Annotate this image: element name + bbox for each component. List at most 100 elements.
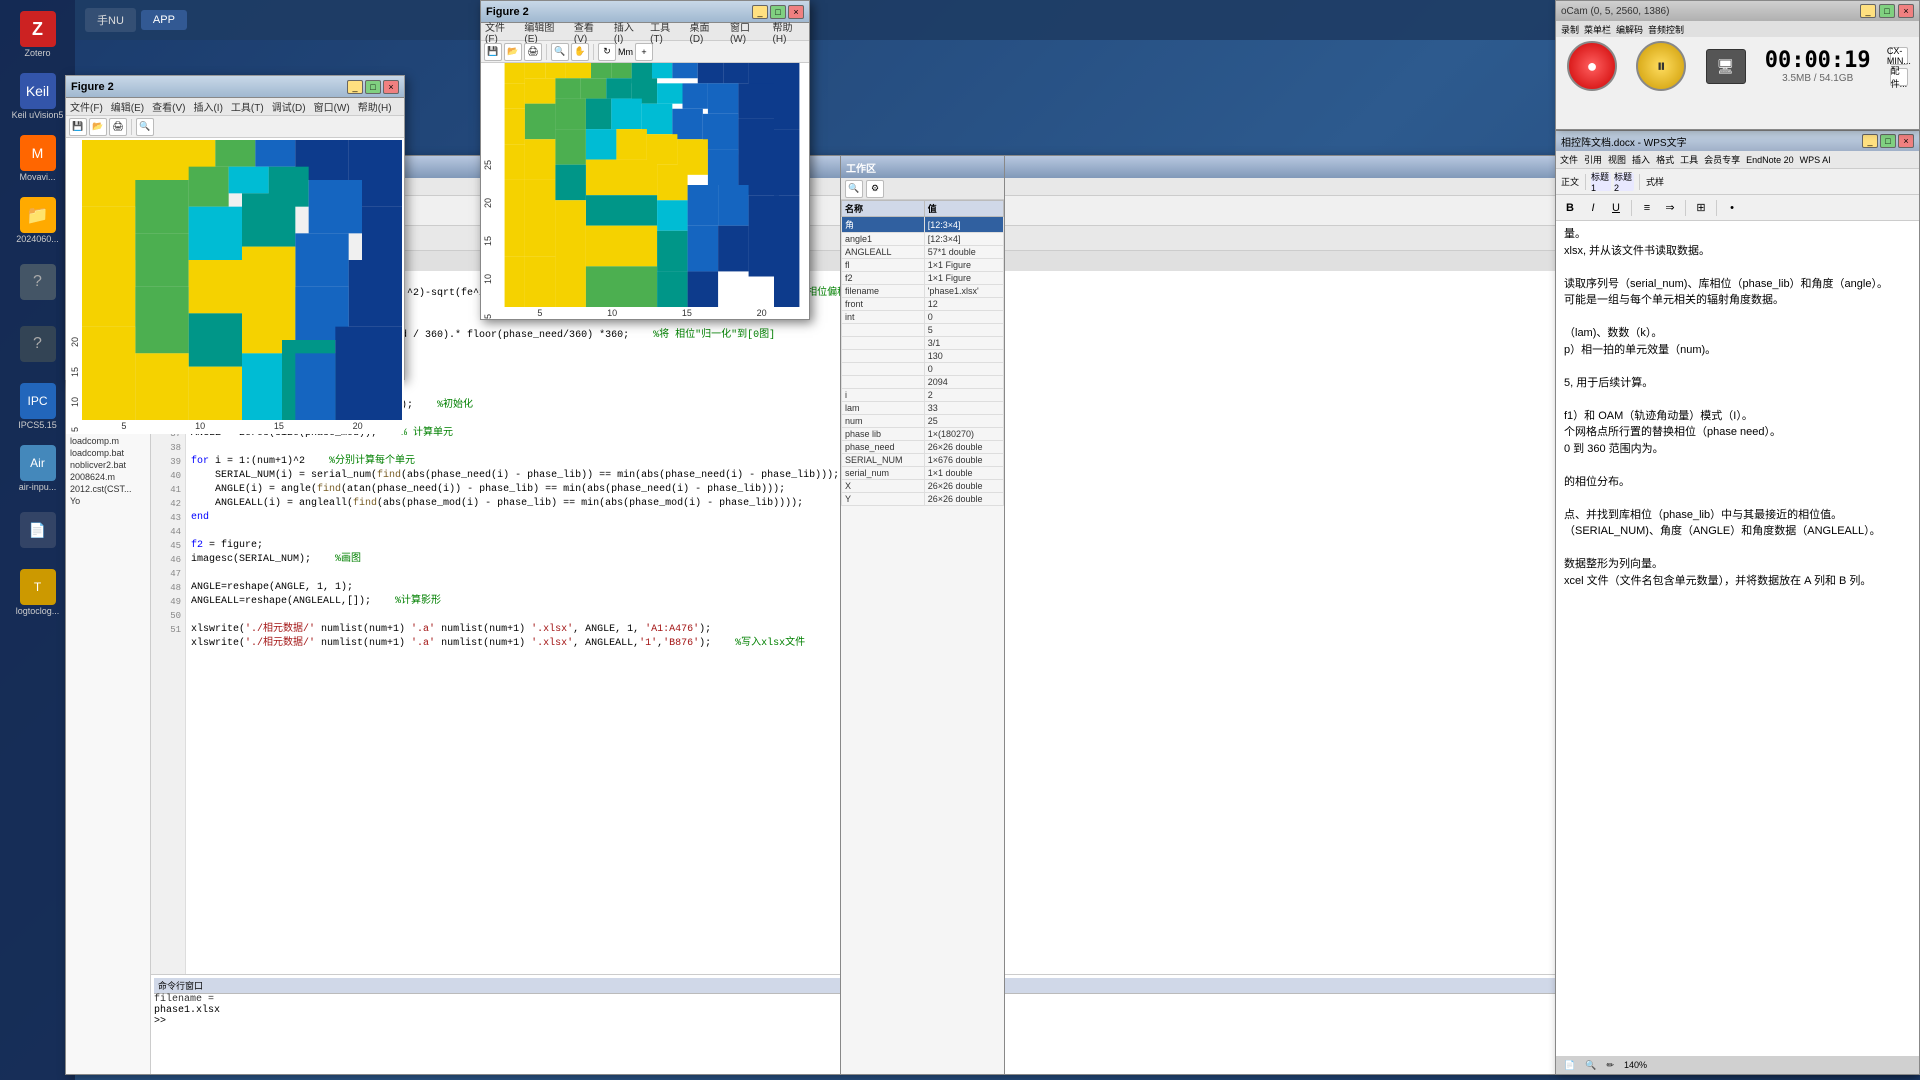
fig2-tb-zoom[interactable]: 🔍	[551, 43, 569, 61]
fig1-menu-view[interactable]: 查看(V)	[152, 99, 185, 114]
fig1-menu-window[interactable]: 窗口(W)	[314, 99, 350, 114]
fig2-tb-print[interactable]: 🖨	[524, 43, 542, 61]
fig2-menu-desktop[interactable]: 桌面(D)	[689, 19, 721, 45]
word-menu-member[interactable]: 会员专享	[1704, 153, 1740, 166]
word-tb-indent[interactable]: ⇒	[1660, 199, 1680, 217]
fig1-tb3[interactable]: 🖨	[109, 118, 127, 136]
ws-row-filename[interactable]: filename 'phase1.xlsx'	[842, 285, 1004, 298]
ocam-menu-view[interactable]: 菜单栏	[1584, 23, 1611, 36]
ocam-mini-btn2[interactable]: 配件...	[1890, 68, 1908, 86]
figure1-minimize[interactable]: _	[347, 80, 363, 94]
file-item-2012[interactable]: 2012.cst(CST...	[66, 483, 150, 495]
ocam-mini-btn1[interactable]: CX-MIN...	[1890, 47, 1908, 65]
taskbar-icon-6[interactable]: ?	[8, 315, 68, 375]
ws-row-0[interactable]: 0	[842, 363, 1004, 376]
ocam-maximize[interactable]: □	[1879, 4, 1895, 18]
file-item-loadcomp[interactable]: loadcomp.m	[66, 435, 150, 447]
fig1-menu-edit[interactable]: 编辑(E)	[111, 99, 144, 114]
ws-row-int[interactable]: int 0	[842, 311, 1004, 324]
word-menu-format[interactable]: 格式	[1656, 153, 1674, 166]
ws-row-angle1[interactable]: angle1 [12:3×4]	[842, 233, 1004, 246]
word-doc-content[interactable]: 量。 xlsx, 并从该文件书读取数据。 读取序列号（serial_num)、库…	[1556, 221, 1919, 1056]
ws-row-lam[interactable]: lam 33	[842, 402, 1004, 415]
fig1-menu-insert[interactable]: 插入(I)	[193, 99, 222, 114]
fig2-menu-file[interactable]: 文件(F)	[485, 19, 516, 45]
ws-row-phaseneed[interactable]: phase_need 26×26 double	[842, 441, 1004, 454]
ws-row-i[interactable]: i 2	[842, 389, 1004, 402]
ocam-titlebar[interactable]: oCam (0, 5, 2560, 1386) _ □ ×	[1556, 1, 1919, 21]
app-button[interactable]: APP	[141, 10, 187, 30]
ws-row-angleall[interactable]: ANGLEALL 57*1 double	[842, 246, 1004, 259]
fig2-menu-window[interactable]: 窗口(W)	[730, 19, 765, 45]
fig2-tb-pan[interactable]: ✋	[571, 43, 589, 61]
word-tb-font[interactable]: 正文	[1560, 173, 1580, 191]
ocam-close[interactable]: ×	[1898, 4, 1914, 18]
fig2-menu-tool[interactable]: 工具(T)	[650, 19, 681, 45]
fig1-menu-help[interactable]: 帮助(H)	[358, 99, 392, 114]
word-menu-file[interactable]: 文件	[1560, 153, 1578, 166]
taskbar-icon-zotero[interactable]: Z Zotero	[8, 5, 68, 65]
taskbar-icon-log[interactable]: T logtoclog...	[8, 563, 68, 623]
fig1-tb1[interactable]: 💾	[69, 118, 87, 136]
ws-row-num[interactable]: num 25	[842, 415, 1004, 428]
ocam-menu-tool[interactable]: 编解码	[1616, 23, 1643, 36]
ws-row-f2[interactable]: f2 1×1 Figure	[842, 272, 1004, 285]
ws-settings[interactable]: ⚙	[866, 180, 884, 198]
ocam-minimize[interactable]: _	[1860, 4, 1876, 18]
fig1-menu-debug[interactable]: 调试(D)	[272, 99, 306, 114]
fig2-menu-edit[interactable]: 编辑图(E)	[524, 19, 566, 45]
fig2-menu-view[interactable]: 查看(V)	[574, 19, 606, 45]
figure2-minimize[interactable]: _	[752, 5, 768, 19]
shouni-button[interactable]: 手NU	[85, 8, 136, 32]
word-close[interactable]: ×	[1898, 134, 1914, 148]
fig2-tb-rot[interactable]: ↻	[598, 43, 616, 61]
fig2-menu-insert[interactable]: 插入(I)	[614, 19, 642, 45]
word-tb-table[interactable]: ⊞	[1691, 199, 1711, 217]
word-menu-insert[interactable]: 插入	[1632, 153, 1650, 166]
file-item-loadcomp-bat[interactable]: loadcomp.bat	[66, 447, 150, 459]
taskbar-icon-ipc[interactable]: IPC IPCS5.15	[8, 377, 68, 437]
word-tb-h1[interactable]: 标题 1	[1591, 173, 1611, 191]
taskbar-icon-movavi[interactable]: M Movavi...	[8, 129, 68, 189]
word-tb-align[interactable]: ≡	[1637, 199, 1657, 217]
ws-row-serialnum[interactable]: SERIAL_NUM 1×676 double	[842, 454, 1004, 467]
taskbar-icon-5[interactable]: ?	[8, 253, 68, 313]
fig1-menu-file[interactable]: 文件(F)	[70, 99, 103, 114]
taskbar-icon-air[interactable]: Air air-inpu...	[8, 439, 68, 499]
word-menu-endnote[interactable]: EndNote 20	[1746, 155, 1794, 165]
ws-row-2094[interactable]: 2094	[842, 376, 1004, 389]
figure1-titlebar[interactable]: Figure 2 _ □ ×	[66, 76, 404, 98]
figure2-close[interactable]: ×	[788, 5, 804, 19]
fig2-tb-plus[interactable]: +	[635, 43, 653, 61]
ws-row-31[interactable]: 3/1	[842, 337, 1004, 350]
word-minimize[interactable]: _	[1862, 134, 1878, 148]
ws-row-f1[interactable]: fl 1×1 Figure	[842, 259, 1004, 272]
word-menu-tool[interactable]: 工具	[1680, 153, 1698, 166]
ocam-menu-file[interactable]: 录制	[1561, 23, 1579, 36]
figure2-maximize[interactable]: □	[770, 5, 786, 19]
word-tb-bullet[interactable]: •	[1722, 199, 1742, 217]
file-item-yo[interactable]: Yo	[66, 495, 150, 507]
word-titlebar[interactable]: 相控阵文档.docx - WPS文字 _ □ ×	[1556, 131, 1919, 151]
word-menu-ref[interactable]: 引用	[1584, 153, 1602, 166]
fig1-tb4[interactable]: 🔍	[136, 118, 154, 136]
word-tb-style[interactable]: 式样	[1645, 173, 1665, 191]
figure1-maximize[interactable]: □	[365, 80, 381, 94]
ocam-menu-audio[interactable]: 音频控制	[1648, 23, 1684, 36]
ws-search[interactable]: 🔍	[845, 180, 863, 198]
word-menu-ai[interactable]: WPS AI	[1800, 155, 1831, 165]
taskbar-icon-9[interactable]: 📄	[8, 501, 68, 561]
word-tb-underline[interactable]: U	[1606, 199, 1626, 217]
word-edit-icon[interactable]: ✏	[1606, 1060, 1614, 1071]
fig1-tb2[interactable]: 📂	[89, 118, 107, 136]
word-menu-view[interactable]: 视图	[1608, 153, 1626, 166]
fig2-tb-open[interactable]: 📂	[504, 43, 522, 61]
file-item-2008[interactable]: 2008624.m	[66, 471, 150, 483]
ocam-screen-btn[interactable]: 🖥	[1706, 49, 1746, 84]
word-tb-h2[interactable]: 标题 2	[1614, 173, 1634, 191]
taskbar-icon-file[interactable]: 📁 2024060...	[8, 191, 68, 251]
fig2-menu-help[interactable]: 帮助(H)	[773, 19, 805, 45]
ws-row-130[interactable]: 130	[842, 350, 1004, 363]
ws-row-5[interactable]: 5	[842, 324, 1004, 337]
file-item-noblic3[interactable]: noblicver2.bat	[66, 459, 150, 471]
